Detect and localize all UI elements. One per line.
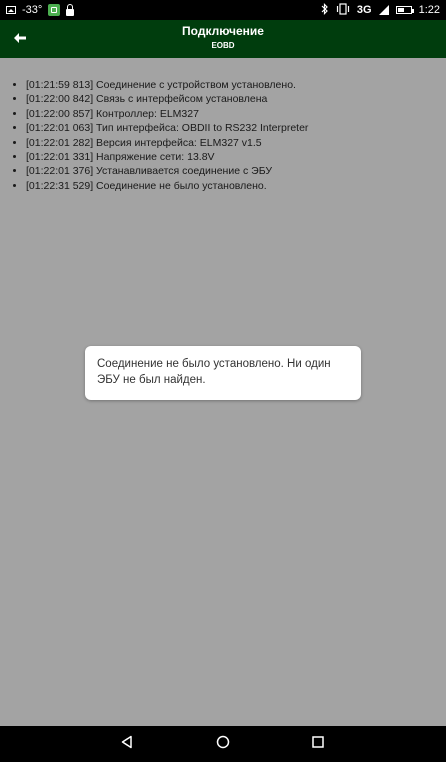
log-item: [01:22:00 842] Связь с интерфейсом устан… [26, 92, 308, 106]
battery-icon [395, 6, 414, 14]
log-item: [01:22:01 331] Напряжение сети: 13.8V [26, 150, 308, 164]
bluetooth-icon [321, 2, 329, 18]
app-toolbar: Подключение EOBD [0, 20, 446, 58]
status-network: 3G [356, 4, 372, 16]
nav-back-button[interactable] [117, 734, 137, 754]
log-item: [01:22:31 529] Соединение не было устано… [26, 179, 308, 193]
page-subtitle: EOBD [211, 41, 235, 50]
log-item: [01:22:01 063] Тип интерфейса: OBDII to … [26, 121, 308, 135]
status-right: 3G 1:22 [321, 2, 440, 18]
nav-home-button[interactable] [213, 734, 233, 754]
log-item: [01:22:01 376] Устанавливается соединени… [26, 164, 308, 178]
log-item: [01:22:01 282] Версия интерфейса: ELM327… [26, 136, 308, 150]
status-temperature: -33° [22, 4, 43, 16]
back-triangle-icon [120, 735, 134, 754]
vibrate-icon [336, 2, 350, 18]
app-icon [48, 4, 61, 16]
navigation-bar [0, 726, 446, 762]
log-item: [01:22:00 857] Контроллер: ELM327 [26, 107, 308, 121]
log-item: [01:21:59 813] Соединение с устройством … [26, 78, 308, 92]
status-left: -33° [6, 3, 75, 16]
status-time: 1:22 [418, 4, 440, 16]
toast-message: Соединение не было установлено. Ни один … [85, 346, 361, 400]
status-bar: -33° 3G 1:22 [0, 0, 446, 20]
nav-recents-button[interactable] [308, 734, 328, 754]
signal-icon [378, 5, 389, 15]
lock-icon [66, 3, 75, 16]
home-circle-icon [216, 735, 230, 754]
page-title: Подключение [182, 24, 264, 38]
gallery-icon [6, 6, 16, 14]
connection-log: [01:21:59 813] Соединение с устройством … [0, 78, 308, 193]
recents-square-icon [311, 735, 325, 754]
